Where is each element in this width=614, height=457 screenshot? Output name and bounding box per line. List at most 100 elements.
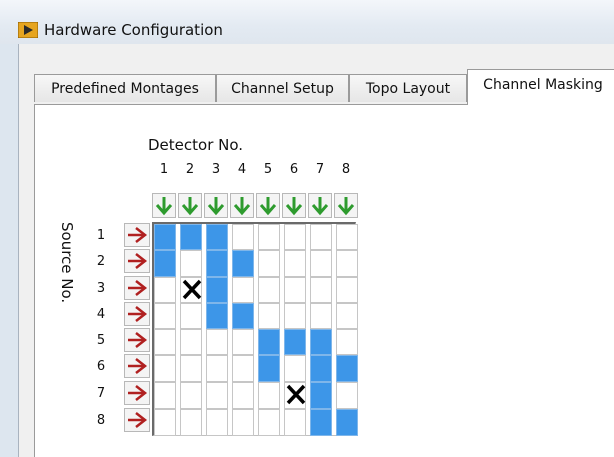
detector-number-3: 3 bbox=[211, 162, 221, 177]
detector-axis-title: Detector No. bbox=[148, 136, 244, 154]
channel-cell-s2-d2[interactable] bbox=[180, 250, 202, 277]
channel-cell-s6-d3[interactable] bbox=[206, 355, 228, 382]
tab-channel-masking[interactable]: Channel Masking bbox=[467, 69, 614, 105]
channel-cell-s7-d7[interactable] bbox=[310, 382, 332, 409]
tab-predefined-montages[interactable]: Predefined Montages bbox=[34, 74, 216, 102]
source-3-toggle-button[interactable] bbox=[124, 276, 150, 300]
source-axis-title: Source No. bbox=[58, 222, 76, 304]
channel-cell-s1-d6[interactable] bbox=[284, 224, 306, 250]
channel-cell-s8-d8[interactable] bbox=[336, 409, 358, 436]
channel-cell-s7-d5[interactable] bbox=[258, 382, 280, 409]
channel-cell-s4-d3[interactable] bbox=[206, 303, 228, 329]
detector-2-toggle-button[interactable] bbox=[178, 193, 202, 218]
channel-cell-s2-d6[interactable] bbox=[284, 250, 306, 277]
channel-cell-s7-d6[interactable] bbox=[284, 382, 306, 409]
channel-cell-s7-d2[interactable] bbox=[180, 382, 202, 409]
channel-cell-s5-d4[interactable] bbox=[232, 329, 254, 355]
channel-cell-s3-d3[interactable] bbox=[206, 277, 228, 303]
detector-7-toggle-button[interactable] bbox=[308, 193, 332, 218]
source-5-toggle-button[interactable] bbox=[124, 328, 150, 352]
channel-cell-s4-d6[interactable] bbox=[284, 303, 306, 329]
channel-cell-s6-d8[interactable] bbox=[336, 355, 358, 382]
channel-cell-s2-d3[interactable] bbox=[206, 250, 228, 277]
channel-cell-s3-d8[interactable] bbox=[336, 277, 358, 303]
tab-topo-layout[interactable]: Topo Layout bbox=[349, 74, 467, 102]
channel-cell-s6-d2[interactable] bbox=[180, 355, 202, 382]
detector-1-toggle-button[interactable] bbox=[152, 193, 176, 218]
channel-cell-s3-d6[interactable] bbox=[284, 277, 306, 303]
mask-x-icon bbox=[182, 279, 202, 300]
channel-cell-s1-d2[interactable] bbox=[180, 224, 202, 250]
channel-cell-s3-d4[interactable] bbox=[232, 277, 254, 303]
channel-cell-s4-d7[interactable] bbox=[310, 303, 332, 329]
source-number-2: 2 bbox=[96, 254, 106, 269]
source-number-6: 6 bbox=[96, 359, 106, 374]
channel-cell-s2-d1[interactable] bbox=[154, 250, 176, 277]
channel-cell-s5-d5[interactable] bbox=[258, 329, 280, 355]
tab-channel-setup[interactable]: Channel Setup bbox=[216, 74, 349, 102]
channel-cell-s6-d1[interactable] bbox=[154, 355, 176, 382]
channel-cell-s1-d4[interactable] bbox=[232, 224, 254, 250]
channel-cell-s3-d1[interactable] bbox=[154, 277, 176, 303]
channel-cell-s3-d7[interactable] bbox=[310, 277, 332, 303]
channel-cell-s6-d6[interactable] bbox=[284, 355, 306, 382]
channel-cell-s2-d8[interactable] bbox=[336, 250, 358, 277]
channel-cell-s7-d8[interactable] bbox=[336, 382, 358, 409]
detector-number-4: 4 bbox=[237, 162, 247, 177]
right-arrow-icon bbox=[128, 253, 148, 269]
source-number-8: 8 bbox=[96, 413, 106, 428]
channel-cell-s4-d1[interactable] bbox=[154, 303, 176, 329]
channel-cell-s8-d5[interactable] bbox=[258, 409, 280, 436]
source-8-toggle-button[interactable] bbox=[124, 408, 150, 432]
source-4-toggle-button[interactable] bbox=[124, 302, 150, 326]
channel-cell-s1-d8[interactable] bbox=[336, 224, 358, 250]
source-6-toggle-button[interactable] bbox=[124, 354, 150, 378]
source-number-1: 1 bbox=[96, 228, 106, 243]
channel-cell-s1-d1[interactable] bbox=[154, 224, 176, 250]
channel-cell-s5-d8[interactable] bbox=[336, 329, 358, 355]
labview-app-icon bbox=[18, 22, 38, 38]
channel-cell-s4-d8[interactable] bbox=[336, 303, 358, 329]
channel-cell-s4-d4[interactable] bbox=[232, 303, 254, 329]
channel-cell-s4-d5[interactable] bbox=[258, 303, 280, 329]
source-2-toggle-button[interactable] bbox=[124, 249, 150, 273]
source-7-toggle-button[interactable] bbox=[124, 381, 150, 405]
right-arrow-icon bbox=[128, 332, 148, 348]
channel-cell-s6-d4[interactable] bbox=[232, 355, 254, 382]
channel-cell-s5-d1[interactable] bbox=[154, 329, 176, 355]
source-1-toggle-button[interactable] bbox=[124, 223, 150, 247]
channel-cell-s7-d4[interactable] bbox=[232, 382, 254, 409]
right-arrow-icon bbox=[128, 385, 148, 401]
channel-cell-s5-d7[interactable] bbox=[310, 329, 332, 355]
channel-cell-s3-d5[interactable] bbox=[258, 277, 280, 303]
channel-cell-s8-d2[interactable] bbox=[180, 409, 202, 436]
detector-8-toggle-button[interactable] bbox=[334, 193, 358, 218]
detector-3-toggle-button[interactable] bbox=[204, 193, 228, 218]
channel-cell-s2-d7[interactable] bbox=[310, 250, 332, 277]
detector-number-1: 1 bbox=[159, 162, 169, 177]
channel-cell-s8-d1[interactable] bbox=[154, 409, 176, 436]
channel-cell-s6-d5[interactable] bbox=[258, 355, 280, 382]
detector-6-toggle-button[interactable] bbox=[282, 193, 306, 218]
down-arrow-icon bbox=[311, 197, 329, 216]
channel-cell-s8-d6[interactable] bbox=[284, 409, 306, 436]
hardware-configuration-window: Hardware Configuration Predefined Montag… bbox=[0, 0, 614, 457]
channel-cell-s1-d3[interactable] bbox=[206, 224, 228, 250]
channel-cell-s5-d6[interactable] bbox=[284, 329, 306, 355]
channel-cell-s8-d4[interactable] bbox=[232, 409, 254, 436]
channel-cell-s5-d3[interactable] bbox=[206, 329, 228, 355]
channel-cell-s4-d2[interactable] bbox=[180, 303, 202, 329]
channel-cell-s2-d5[interactable] bbox=[258, 250, 280, 277]
channel-cell-s3-d2[interactable] bbox=[180, 277, 202, 303]
channel-cell-s7-d3[interactable] bbox=[206, 382, 228, 409]
channel-cell-s1-d7[interactable] bbox=[310, 224, 332, 250]
channel-cell-s8-d3[interactable] bbox=[206, 409, 228, 436]
detector-5-toggle-button[interactable] bbox=[256, 193, 280, 218]
channel-cell-s5-d2[interactable] bbox=[180, 329, 202, 355]
channel-cell-s7-d1[interactable] bbox=[154, 382, 176, 409]
channel-cell-s8-d7[interactable] bbox=[310, 409, 332, 436]
channel-cell-s6-d7[interactable] bbox=[310, 355, 332, 382]
detector-4-toggle-button[interactable] bbox=[230, 193, 254, 218]
channel-cell-s2-d4[interactable] bbox=[232, 250, 254, 277]
channel-cell-s1-d5[interactable] bbox=[258, 224, 280, 250]
